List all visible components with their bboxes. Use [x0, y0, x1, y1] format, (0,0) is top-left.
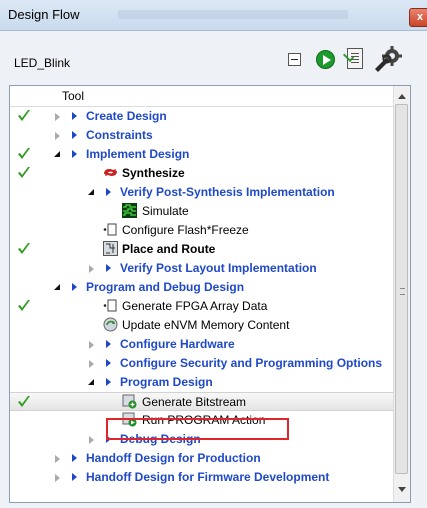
tree-row-label: Configure Hardware — [120, 337, 235, 351]
tree-row-label: Verify Post Layout Implementation — [120, 261, 317, 275]
category-arrow-icon — [72, 473, 77, 481]
tree-header: Tool — [10, 86, 393, 107]
collapse-all-button[interactable] — [288, 53, 301, 66]
tree-row-label: Handoff Design for Production — [86, 451, 261, 465]
tree-row-label: Program and Debug Design — [86, 280, 245, 294]
tree-row-label: Place and Route — [122, 242, 216, 256]
tree-row-place-and-route[interactable]: Place and Route — [10, 240, 393, 259]
tree-row-label: Constraints — [86, 128, 153, 142]
collapse-arrow-icon[interactable] — [54, 151, 60, 157]
tree-row-configure-security[interactable]: Configure Security and Programming Optio… — [10, 354, 393, 373]
tree-row-handoff-firmware[interactable]: Handoff Design for Firmware Development — [10, 468, 393, 487]
tree-row-configure-hardware[interactable]: Configure Hardware — [10, 335, 393, 354]
tree-row-label: Simulate — [142, 204, 189, 218]
expand-arrow-icon[interactable] — [89, 341, 94, 349]
category-arrow-icon — [106, 188, 111, 196]
expand-arrow-icon[interactable] — [55, 132, 60, 140]
tree-row-verify-post-layout[interactable]: Verify Post Layout Implementation — [10, 259, 393, 278]
run-icon[interactable] — [316, 50, 335, 69]
category-arrow-icon — [72, 131, 77, 139]
scroll-down-arrow-icon[interactable] — [398, 487, 406, 492]
close-button[interactable]: x — [409, 8, 427, 27]
checkmark-icon — [18, 396, 30, 407]
scroll-thumb[interactable] — [395, 104, 408, 474]
category-arrow-icon — [106, 340, 111, 348]
column-header-tool[interactable]: Tool — [62, 89, 84, 103]
tree-row-program-design[interactable]: Program Design — [10, 373, 393, 392]
window-title: Design Flow — [8, 7, 80, 22]
expand-arrow-icon[interactable] — [55, 455, 60, 463]
expand-arrow-icon[interactable] — [55, 113, 60, 121]
collapse-arrow-icon[interactable] — [54, 284, 60, 290]
tree-row-label: Configure Flash*Freeze — [122, 223, 249, 237]
flow-tree: Tool Create Design Constraints Implement… — [9, 85, 411, 503]
tree-row-label: Generate Bitstream — [142, 395, 247, 409]
category-arrow-icon — [106, 359, 111, 367]
blurred-title-area — [118, 10, 348, 19]
category-arrow-icon — [106, 378, 111, 386]
tree-row-label: Update eNVM Memory Content — [122, 318, 290, 332]
category-arrow-icon — [72, 283, 77, 291]
bitstream-icon — [122, 394, 137, 409]
tree-row-create-design[interactable]: Create Design — [10, 107, 393, 126]
report-icon[interactable] — [347, 48, 363, 69]
tree-row-constraints[interactable]: Constraints — [10, 126, 393, 145]
category-arrow-icon — [72, 112, 77, 120]
tree-row-label: Program Design — [120, 375, 213, 389]
tree-row-implement-design[interactable]: Implement Design — [10, 145, 393, 164]
tree-row-label: Synthesize — [122, 166, 185, 180]
scroll-grip-icon — [400, 288, 405, 295]
tree-row-generate-fpga-array-data[interactable]: Generate FPGA Array Data — [10, 297, 393, 316]
collapse-arrow-icon[interactable] — [88, 379, 94, 385]
tree-row-label: Implement Design — [86, 147, 190, 161]
wrench-gear-icon[interactable] — [372, 46, 402, 72]
tree-row-synthesize[interactable]: Synthesize — [10, 164, 393, 183]
tree-row-program-and-debug[interactable]: Program and Debug Design — [10, 278, 393, 297]
checkmark-icon — [18, 243, 30, 254]
tree-row-simulate[interactable]: Simulate — [10, 202, 393, 221]
vertical-scrollbar[interactable] — [393, 86, 410, 502]
expand-arrow-icon[interactable] — [89, 436, 94, 444]
tree-row-label: Configure Security and Programming Optio… — [120, 356, 383, 370]
expand-arrow-icon[interactable] — [55, 474, 60, 482]
place-route-icon — [103, 241, 118, 256]
document-icon — [103, 223, 117, 236]
tree-row-label: Verify Post-Synthesis Implementation — [120, 185, 335, 199]
window-titlebar: Design Flow x — [0, 0, 427, 31]
collapse-arrow-icon[interactable] — [88, 189, 94, 195]
category-arrow-icon — [72, 150, 77, 158]
waveform-icon — [122, 203, 137, 218]
checkmark-icon — [18, 300, 30, 311]
tree-row-label: Handoff Design for Firmware Development — [86, 470, 330, 484]
project-name: LED_Blink — [14, 56, 71, 70]
scroll-up-arrow-icon[interactable] — [398, 94, 406, 99]
tree-row-update-envm[interactable]: Update eNVM Memory Content — [10, 316, 393, 335]
category-arrow-icon — [72, 454, 77, 462]
synthesize-icon — [104, 169, 117, 176]
category-arrow-icon — [106, 264, 111, 272]
tree-row-handoff-production[interactable]: Handoff Design for Production — [10, 449, 393, 468]
refresh-icon — [103, 317, 118, 332]
checkmark-icon — [18, 167, 30, 178]
tree-row-verify-post-synthesis[interactable]: Verify Post-Synthesis Implementation — [10, 183, 393, 202]
expand-arrow-icon[interactable] — [89, 265, 94, 273]
tree-row-label: Generate FPGA Array Data — [122, 299, 268, 313]
checkmark-icon — [18, 110, 30, 121]
document-icon — [103, 299, 117, 312]
tree-row-generate-bitstream[interactable]: Generate Bitstream — [10, 392, 393, 411]
expand-arrow-icon[interactable] — [89, 360, 94, 368]
checkmark-icon — [18, 148, 30, 159]
tree-row-configure-flash-freeze[interactable]: Configure Flash*Freeze — [10, 221, 393, 240]
highlight-box — [106, 418, 289, 440]
tree-row-label: Create Design — [86, 109, 167, 123]
